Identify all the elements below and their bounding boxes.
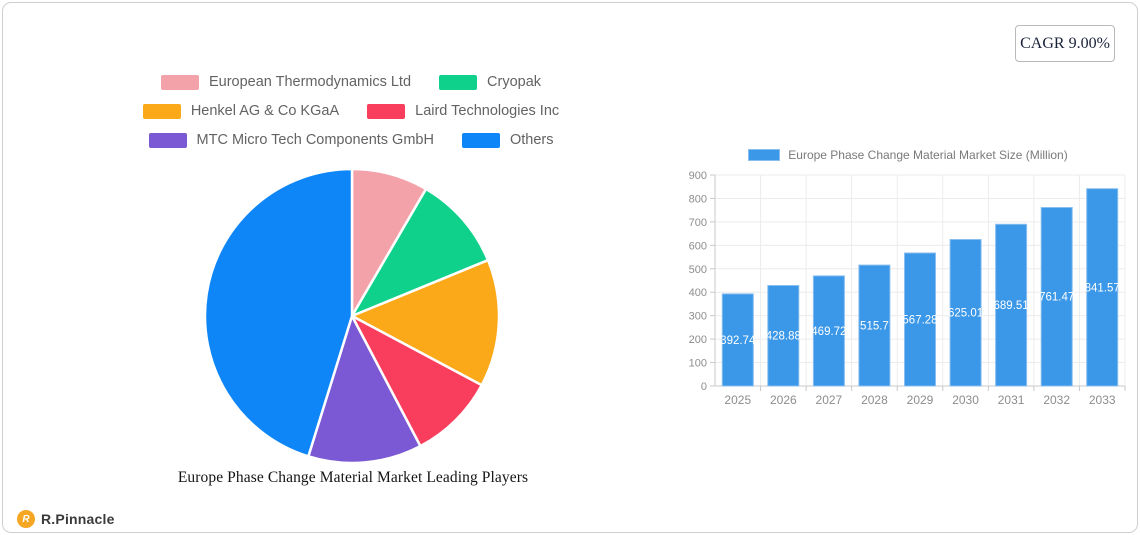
legend-label: Cryopak [487,74,542,90]
brand-name: R.Pinnacle [41,511,115,527]
legend-label: MTC Micro Tech Components GmbH [196,132,434,148]
legend-swatch [142,103,181,119]
pie-legend-item[interactable]: European Thermodynamics Ltd [160,74,412,90]
x-axis-tick-label: 2029 [907,393,934,407]
legend-label: Laird Technologies Inc [415,103,560,119]
legend-label: Henkel AG & Co KGaA [190,103,340,119]
pie-legend-item[interactable]: Others [461,132,554,148]
legend-swatch [367,103,406,119]
legend-swatch [461,132,500,148]
pie-legend-item[interactable]: Henkel AG & Co KGaA [142,103,340,119]
bar-value-label: 469.72 [811,326,846,338]
pie-legend: European Thermodynamics Ltd Cryopak Henkel… [51,74,651,148]
pie-legend-item[interactable]: Laird Technologies Inc [367,103,559,119]
bar-legend-item[interactable]: Europe Phase Change Material Market Size… [688,147,1128,163]
legend-swatch [160,74,199,90]
bar-svg: 0 100 200 300 400 500 600 700 800 900 392.74 2025 42… [689,170,1126,407]
pie-legend-row: European Thermodynamics Ltd Cryopak [160,74,541,90]
y-axis-tick-label: 600 [689,240,707,252]
y-axis-tick-label: 400 [689,287,707,299]
legend-swatch [148,132,187,148]
x-axis-tick-label: 2028 [861,393,888,407]
y-axis-tick-label: 800 [689,193,707,205]
y-axis-tick-label: 0 [701,381,707,393]
bar-value-label: 761.47 [1039,292,1074,304]
x-axis-tick-label: 2030 [952,393,979,407]
pie-legend-row: Henkel AG & Co KGaA Laird Technologies In… [142,103,559,119]
bar-value-label: 515.7 [860,321,889,333]
pie-chart-title: Europe Phase Change Material Market Lead… [177,469,529,486]
y-axis-tick-label: 100 [689,358,707,370]
x-axis-tick-label: 2033 [1089,393,1116,407]
bar-chart: Europe Phase Change Material Market Size… [688,147,1128,409]
cagr-badge-label: CAGR 9.00% [1020,34,1110,52]
cagr-badge: CAGR 9.00% [1015,25,1115,62]
x-axis-tick-label: 2026 [770,393,797,407]
pie-chart [202,166,502,466]
bar-value-label: 841.57 [1085,282,1120,294]
y-axis-tick-label: 900 [689,170,707,182]
y-axis-tick-label: 700 [689,217,707,229]
pie-legend-item[interactable]: Cryopak [439,74,541,90]
pie-legend-row: MTC Micro Tech Components GmbH Others [148,132,554,148]
bar-legend-swatch [748,149,781,161]
bar-value-label: 428.88 [766,331,801,343]
y-axis-tick-label: 300 [689,311,707,323]
x-axis-tick-label: 2031 [998,393,1025,407]
page-frame: CAGR 9.00% European Thermodynamics Ltd Cr… [2,2,1138,533]
pie-svg [203,167,501,465]
brand-logo: R R.Pinnacle [17,510,115,528]
pie-legend-item[interactable]: MTC Micro Tech Components GmbH [148,132,434,148]
bar-value-label: 567.28 [902,315,937,327]
x-axis-tick-label: 2027 [816,393,843,407]
legend-label: Others [509,132,554,148]
bar-value-label: 689.51 [994,300,1029,312]
legend-label: European Thermodynamics Ltd [208,74,412,90]
bar-value-label: 392.74 [720,335,756,347]
bar-value-label: 625.01 [948,308,983,320]
x-axis-tick-label: 2025 [724,393,751,407]
bar-legend-label: Europe Phase Change Material Market Size… [788,148,1068,162]
y-axis-tick-label: 200 [689,334,707,346]
legend-swatch [439,74,478,90]
x-axis-tick-label: 2032 [1043,393,1070,407]
y-axis-tick-label: 500 [689,264,707,276]
brand-icon: R [17,510,35,528]
